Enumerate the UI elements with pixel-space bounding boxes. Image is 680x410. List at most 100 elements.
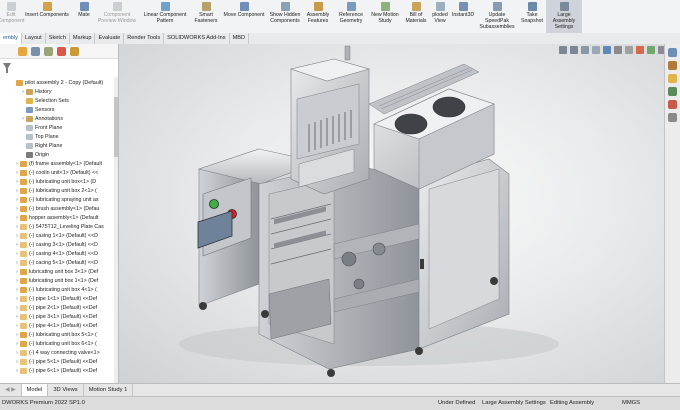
- tree-node[interactable]: › (-) casing 3<1> (Default) <<D: [0, 240, 116, 249]
- insert-components-button[interactable]: Insert Components: [22, 0, 72, 33]
- asm-icon: [20, 178, 27, 185]
- graphics-viewport[interactable]: [119, 44, 665, 383]
- display-manager-tab-icon[interactable]: [70, 46, 79, 56]
- design-library-icon[interactable]: [668, 61, 677, 70]
- tree-node[interactable]: Right Plane: [0, 141, 116, 150]
- edit-component-icon: [6, 2, 16, 11]
- status-bar: DWORKS Premium 2022 SP1.0 Under Defined …: [0, 396, 680, 410]
- tree-node[interactable]: › (-) lubricating unit box 2<1> (: [0, 186, 116, 195]
- tree-node[interactable]: › (-) lubricating unit box<1> (D: [0, 177, 116, 186]
- filter-icon[interactable]: [0, 59, 14, 81]
- linear-pattern-icon: [160, 2, 170, 11]
- tree-node[interactable]: › History: [0, 87, 116, 96]
- mate-button[interactable]: Mate: [72, 0, 96, 33]
- tree-node[interactable]: › lubricating unit box 3<1> (Def: [0, 267, 116, 276]
- part-icon: [20, 313, 27, 320]
- update-speedpak-subassemblies-button[interactable]: Update SpeedPak Subassemblies: [476, 0, 518, 33]
- status-units[interactable]: MMGS: [622, 400, 640, 406]
- show-hidden-components-button[interactable]: Show Hidden Components: [268, 0, 302, 33]
- tree-node[interactable]: › (-) lubricating unit box 5<1> (: [0, 330, 116, 339]
- tree-scrollbar[interactable]: [114, 77, 118, 383]
- property-manager-tab-icon[interactable]: [31, 46, 40, 56]
- reference-geometry-button[interactable]: Reference Geometry: [334, 0, 368, 33]
- tree-node[interactable]: › (-) lubricating spraying unit as: [0, 195, 116, 204]
- insert-components-icon: [42, 2, 52, 11]
- instant3d-icon: [458, 2, 468, 11]
- exploded-view-icon: [435, 2, 445, 11]
- tree-root[interactable]: pilot assembly 2 - Copy (Default): [16, 78, 103, 87]
- tree-node-label: hopper assembly<1> (Default: [29, 214, 99, 221]
- feature-manager-tab-icon[interactable]: [18, 46, 27, 56]
- new-motion-study-button[interactable]: New Motion Study: [368, 0, 402, 33]
- component-preview-window-button[interactable]: Component Preview Window: [96, 0, 138, 33]
- tab-solidworks-add-ins[interactable]: SOLIDWORKS Add-Ins: [164, 33, 230, 44]
- tab-render-tools[interactable]: Render Tools: [124, 33, 165, 44]
- tree-node[interactable]: Selection Sets: [0, 96, 116, 105]
- tree-node[interactable]: › (-) pipe 4<1> (Default) <<Def: [0, 321, 116, 330]
- tree-node[interactable]: Front Plane: [0, 123, 116, 132]
- ribbon-label: Instant3D: [451, 12, 475, 18]
- sensor-icon: [26, 106, 33, 113]
- tree-node[interactable]: › (-) 4 way connecting valve<1>: [0, 348, 116, 357]
- tree-node[interactable]: › (-) coolin unit<1> (Default) <<: [0, 168, 116, 177]
- take-snapshot-button[interactable]: Take Snapshot: [518, 0, 546, 33]
- move-component-button[interactable]: Move Component: [220, 0, 268, 33]
- tree-node[interactable]: › (-) lubricating unit box 6<1> (: [0, 339, 116, 348]
- tab-mbd[interactable]: MBD: [230, 33, 250, 44]
- tree-node[interactable]: Top Plane: [0, 132, 116, 141]
- assembly-features-button[interactable]: Assembly Features: [302, 0, 334, 33]
- tree-node[interactable]: › (-) cacing 5<1> (Default) <<D: [0, 258, 116, 267]
- machine-3d-model[interactable]: [119, 44, 665, 383]
- custom-properties-icon[interactable]: [668, 113, 677, 122]
- large-assembly-settings-button[interactable]: Large Assembly Settings: [546, 0, 582, 33]
- tree-node[interactable]: › (-) casing 4<1> (Default) <<D: [0, 249, 116, 258]
- ribbon-label: Insert Components: [25, 12, 69, 18]
- asm-icon: [20, 196, 27, 203]
- tree-node[interactable]: › (-) casing 1<1> (Default) <<D: [0, 231, 116, 240]
- linear-component-pattern-button[interactable]: Linear Component Pattern: [138, 0, 192, 33]
- tab-evaluate[interactable]: Evaluate: [95, 33, 125, 44]
- tree-node-label: lubricating unit box 1<1> (Def: [29, 277, 99, 284]
- tree-node[interactable]: Sensors: [0, 105, 116, 114]
- tree-node[interactable]: › lubricating unit box 1<1> (Def: [0, 276, 116, 285]
- tree-node[interactable]: › (-) lubricating unit box 4<1> (: [0, 285, 116, 294]
- ribbon-label: Linear Component Pattern: [143, 12, 187, 24]
- motion-study-icon: [380, 2, 390, 11]
- solidworks-resources-icon[interactable]: [668, 48, 677, 57]
- tab-sketch[interactable]: Sketch: [46, 33, 70, 44]
- tree-node-label: (-) lubricating unit box 5<1> (: [29, 331, 97, 338]
- tree-node[interactable]: › (-) brush assembly<1> (Defau: [0, 204, 116, 213]
- bill-of-materials-button[interactable]: Bill of Materials: [402, 0, 430, 33]
- tree-node[interactable]: › (-) pipe 3<1> (Default) <<Def: [0, 312, 116, 321]
- part-icon: [20, 358, 27, 365]
- tab-layout[interactable]: Layout: [22, 33, 46, 44]
- edit-component-button[interactable]: Edit Component: [0, 0, 24, 33]
- tree-node[interactable]: › (-) pipe 1<1> (Default) <<Def: [0, 294, 116, 303]
- part-icon: [20, 349, 27, 356]
- tree-node-label: (-) casing 1<1> (Default) <<D: [29, 232, 98, 239]
- tree-node[interactable]: › (-) pipe 2<1> (Default) <<Def: [0, 303, 116, 312]
- smart-fasteners-button[interactable]: Smart Fasteners: [192, 0, 220, 33]
- file-explorer-icon[interactable]: [668, 74, 677, 83]
- view-palette-icon[interactable]: [668, 87, 677, 96]
- tree-node[interactable]: › (-) pipe 5<1> (Default) <<Def: [0, 357, 116, 366]
- tree-node[interactable]: › (-) 5475T12_Leveling Plate Cas: [0, 222, 116, 231]
- bill-of-materials-icon: [411, 2, 421, 11]
- scroll-thumb[interactable]: [114, 97, 118, 157]
- tab-embly[interactable]: embly: [0, 33, 22, 44]
- tree-node[interactable]: › (f) frame assembly<1> (Default: [0, 159, 116, 168]
- ribbon-label: Update SpeedPak Subassemblies: [479, 12, 515, 30]
- appearances-icon[interactable]: [668, 100, 677, 109]
- tree-node-label: (-) lubricating unit box 6<1> (: [29, 340, 97, 347]
- tree-root-label: pilot assembly 2 - Copy (Default): [25, 79, 104, 86]
- ploded-view-button[interactable]: ploded View: [430, 0, 450, 33]
- tree-node[interactable]: › hopper assembly<1> (Default: [0, 213, 116, 222]
- configuration-manager-tab-icon[interactable]: [44, 46, 53, 56]
- instant3d-button[interactable]: Instant3D: [450, 0, 476, 33]
- status-large-assembly[interactable]: Large Assembly Settings: [482, 400, 546, 406]
- tree-node[interactable]: Origin: [0, 150, 116, 159]
- tab-markup[interactable]: Markup: [70, 33, 96, 44]
- dim-xpert-tab-icon[interactable]: [57, 46, 66, 56]
- tree-node[interactable]: › Annotations: [0, 114, 116, 123]
- tree-node[interactable]: › (-) pipe 6<1> (Default) <<Def: [0, 366, 116, 375]
